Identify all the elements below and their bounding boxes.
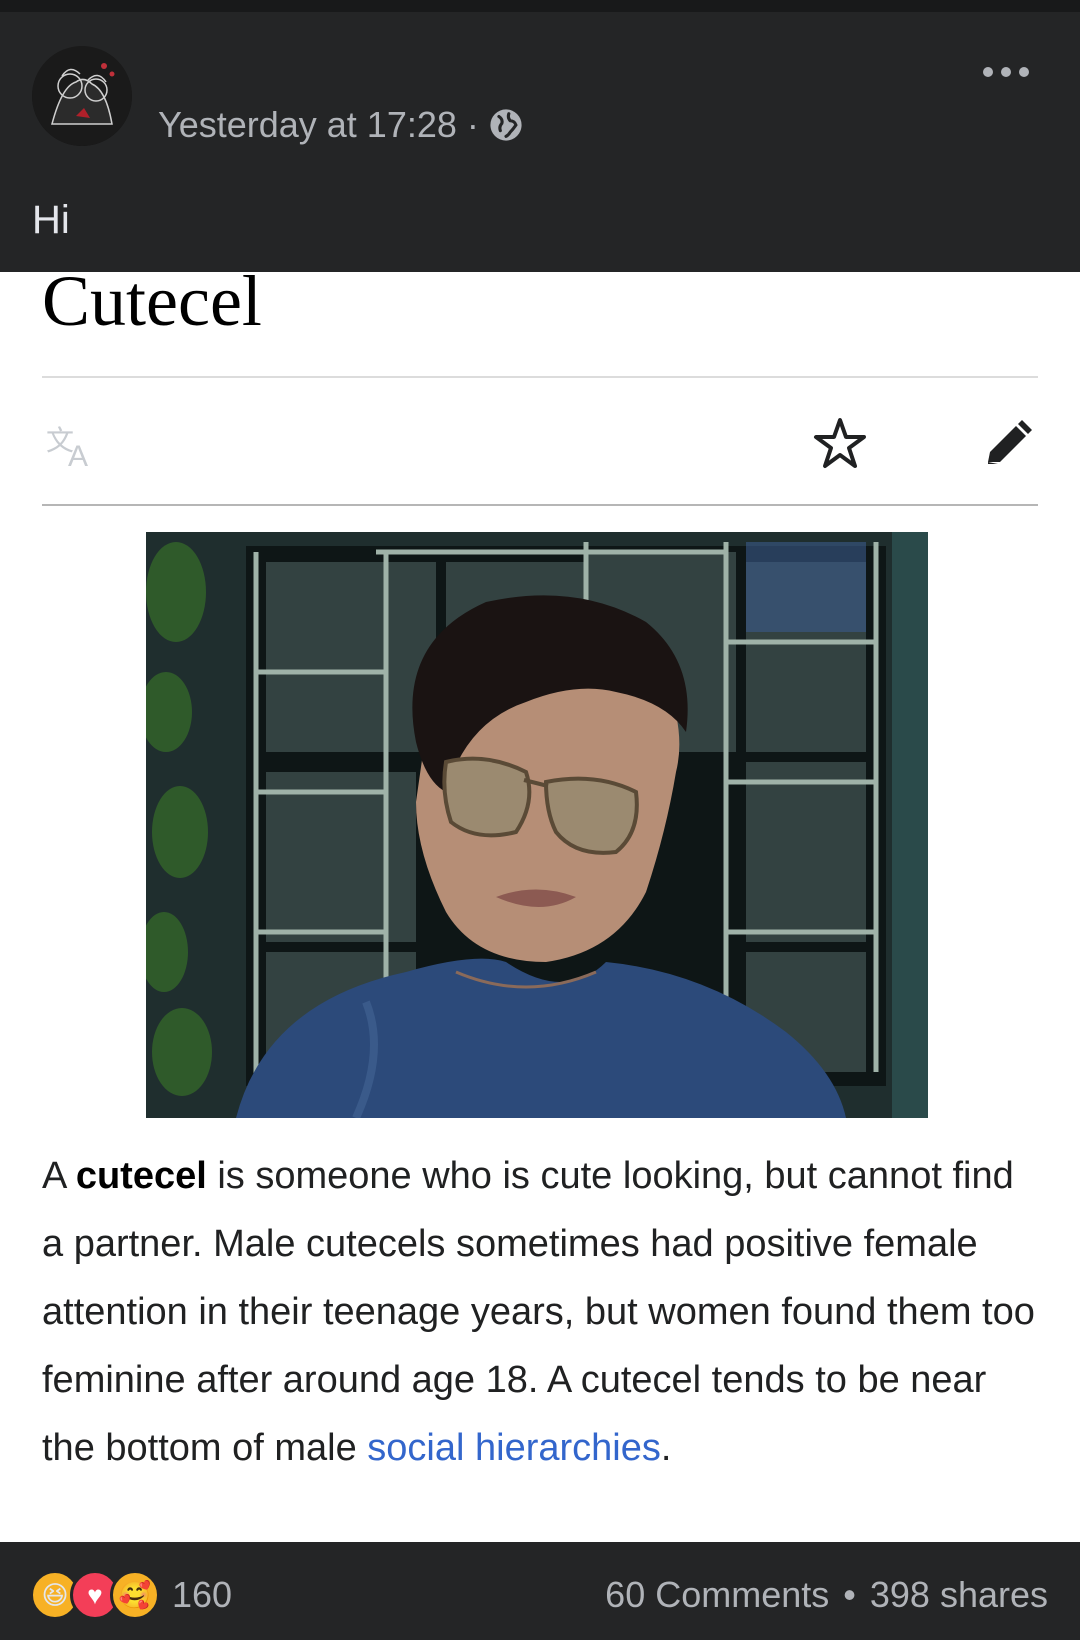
- social-hierarchies-link[interactable]: social hierarchies: [367, 1427, 661, 1469]
- more-dot: [1019, 67, 1029, 77]
- stats-separator: •: [843, 1574, 856, 1615]
- reactions-summary[interactable]: 😆 ♥ 🥰 160: [30, 1570, 232, 1620]
- comments-count[interactable]: 60 Comments: [605, 1574, 829, 1616]
- shares-count[interactable]: 398 shares: [870, 1574, 1048, 1616]
- post-header: Yesterday at 17:28 · Hi: [0, 12, 1080, 272]
- divider: [42, 376, 1038, 378]
- star-icon[interactable]: [812, 416, 868, 472]
- avatar[interactable]: [32, 46, 132, 146]
- article-photo: [146, 532, 928, 1118]
- status-strip: [0, 0, 1080, 12]
- svg-text:A: A: [68, 440, 88, 470]
- translate-icon[interactable]: 文 A: [44, 420, 100, 473]
- avatar-illustration-icon: [32, 46, 132, 146]
- post-stats: 60 Comments • 398 shares: [605, 1574, 1048, 1616]
- divider: [42, 504, 1038, 506]
- globe-icon[interactable]: [489, 108, 523, 142]
- wiki-screenshot[interactable]: Cutecel 文 A A cutecel is someone who is …: [0, 261, 1080, 1542]
- desc-term: cutecel: [75, 1155, 207, 1197]
- care-icon: 🥰: [110, 1570, 160, 1620]
- post-timestamp[interactable]: Yesterday at 17:28: [158, 104, 457, 146]
- more-dots-icon[interactable]: [976, 52, 1036, 92]
- more-dot: [983, 67, 993, 77]
- desc-end: .: [660, 1427, 672, 1469]
- desc-body: is someone who is cute looking, but cann…: [42, 1155, 1035, 1469]
- article-description: A cutecel is someone who is cute looking…: [42, 1142, 1042, 1482]
- post-footer: 😆 ♥ 🥰 160 60 Comments • 398 shares: [0, 1542, 1080, 1640]
- meta-separator: ·: [466, 104, 479, 145]
- reaction-count[interactable]: 160: [172, 1574, 232, 1616]
- wiki-title: Cutecel: [42, 261, 262, 341]
- post-meta: Yesterday at 17:28 ·: [158, 104, 523, 146]
- pencil-icon[interactable]: [980, 416, 1036, 472]
- post-text: Hi: [32, 198, 70, 242]
- desc-lead: A: [42, 1155, 76, 1197]
- more-dot: [1001, 67, 1011, 77]
